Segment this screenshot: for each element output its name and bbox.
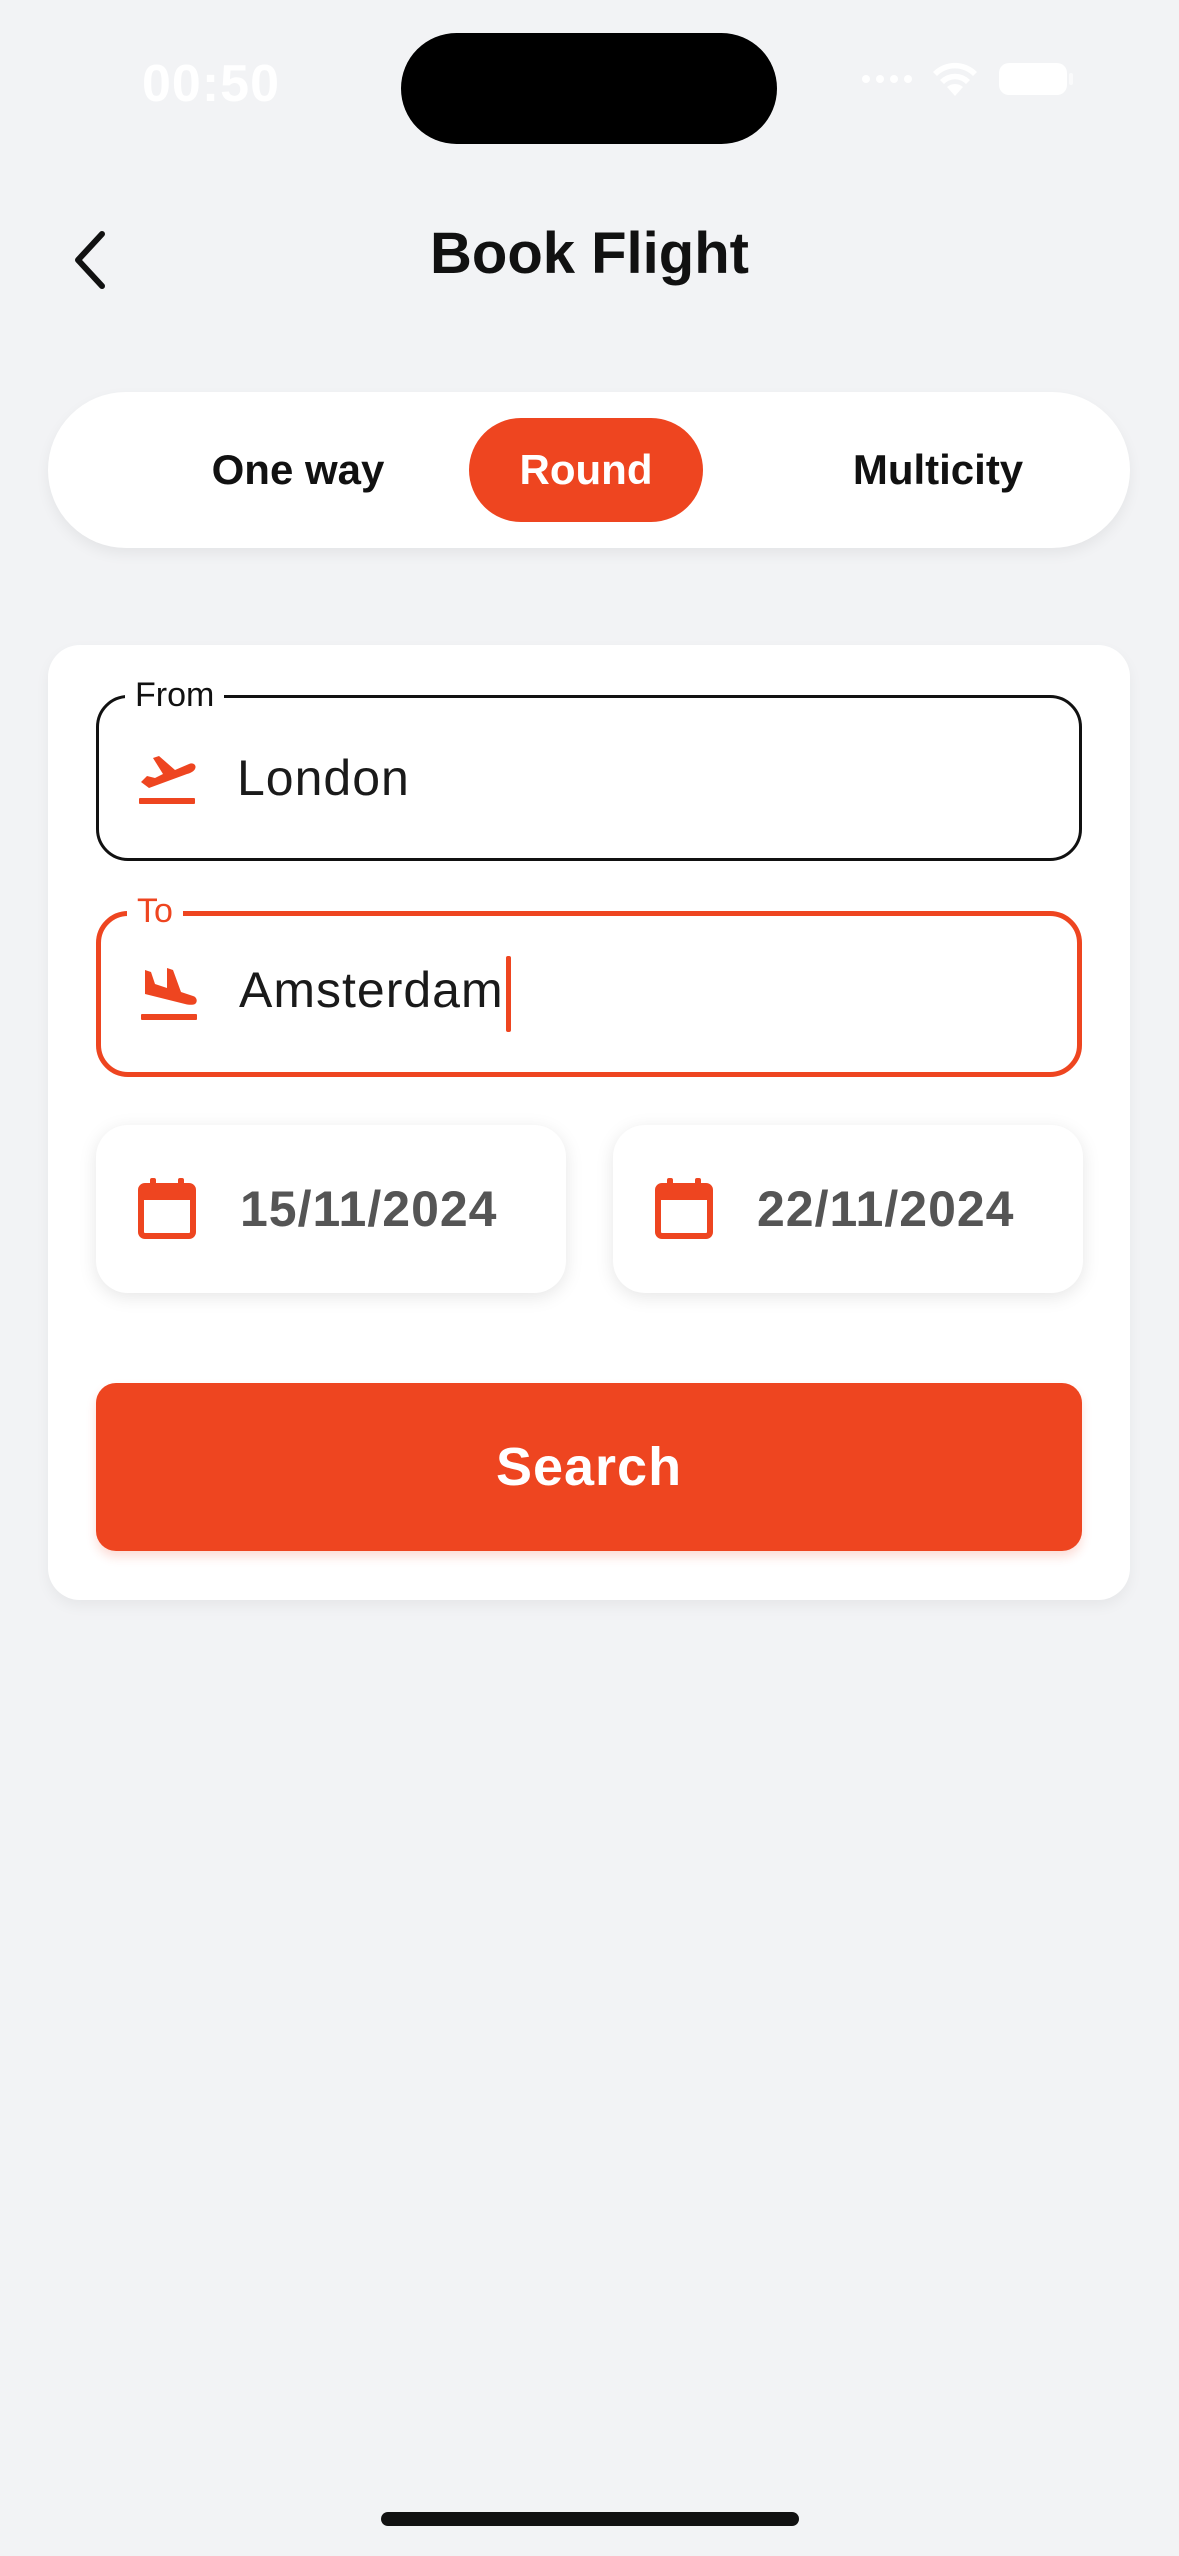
- wifi-icon: [930, 60, 980, 98]
- battery-icon: [998, 61, 1074, 97]
- flight-search-card: From London To Amsterdam 15/11/2024 22/1…: [48, 645, 1130, 1600]
- departure-date-picker[interactable]: 15/11/2024: [96, 1125, 566, 1293]
- from-input[interactable]: London: [237, 749, 410, 807]
- cellular-signal-icon: [862, 75, 912, 83]
- to-field-label: To: [127, 892, 183, 930]
- status-indicators: [862, 60, 1074, 98]
- flight-takeoff-icon: [139, 756, 196, 804]
- trip-type-selector: One way Round Multicity: [48, 392, 1130, 548]
- text-caret: [505, 956, 511, 1032]
- return-date-picker[interactable]: 22/11/2024: [613, 1125, 1083, 1293]
- tab-multicity[interactable]: Multicity: [788, 418, 1088, 522]
- home-indicator[interactable]: [381, 2512, 799, 2526]
- calendar-icon: [655, 1178, 713, 1239]
- to-field[interactable]: To Amsterdam: [96, 892, 1082, 1077]
- tab-one-way[interactable]: One way: [138, 418, 458, 522]
- departure-date-value: 15/11/2024: [240, 1181, 498, 1237]
- to-input-text: Amsterdam: [239, 962, 504, 1019]
- tab-round[interactable]: Round: [469, 418, 703, 522]
- dynamic-island: [401, 33, 777, 144]
- calendar-icon: [138, 1178, 196, 1239]
- from-field-label: From: [125, 676, 225, 714]
- flight-land-icon: [141, 968, 197, 1020]
- header: Book Flight: [0, 200, 1179, 320]
- to-input[interactable]: Amsterdam: [239, 956, 511, 1032]
- return-date-value: 22/11/2024: [757, 1181, 1015, 1237]
- page-title: Book Flight: [430, 221, 749, 286]
- search-button[interactable]: Search: [96, 1383, 1082, 1551]
- from-field[interactable]: From London: [96, 676, 1082, 861]
- status-bar: 00:50: [0, 0, 1179, 180]
- status-time: 00:50: [142, 55, 280, 113]
